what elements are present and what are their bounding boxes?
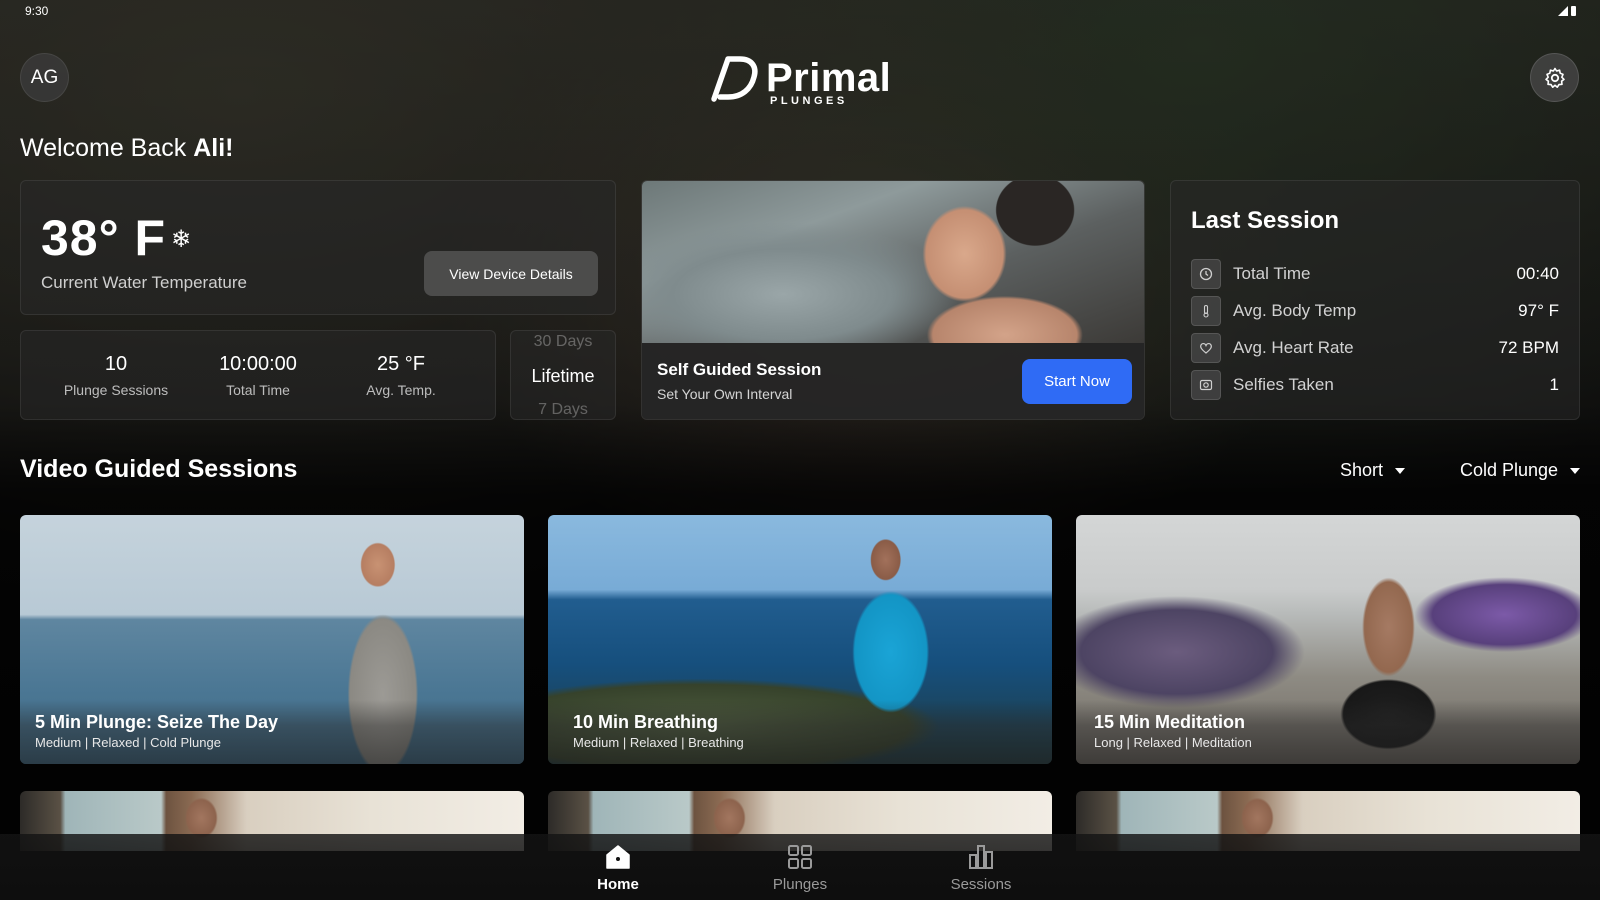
self-guided-session-body: Self Guided Session Set Your Own Interva…	[642, 343, 1144, 419]
last-session-row-selfies: Selfies Taken 1	[1191, 370, 1559, 400]
logo-subtitle: PLUNGES	[770, 95, 848, 107]
welcome-heading: Welcome Back Ali!	[20, 134, 234, 163]
battery-icon	[1571, 6, 1576, 16]
last-session-title: Last Session	[1191, 207, 1340, 234]
stat-value: 10:00:00	[219, 353, 297, 375]
last-session-value: 1	[1549, 375, 1559, 394]
stat-label: Plunge Sessions	[63, 382, 169, 398]
self-guided-subtitle: Set Your Own Interval	[657, 386, 793, 402]
self-guided-session-image	[642, 181, 1144, 343]
last-session-label: Selfies Taken	[1233, 375, 1334, 394]
video-card-15-min-meditation[interactable]: 15 Min Meditation Long | Relaxed | Medit…	[1076, 515, 1580, 764]
water-temperature-label: Current Water Temperature	[41, 273, 247, 292]
last-session-label: Avg. Body Temp	[1233, 301, 1357, 320]
start-now-button[interactable]: Start Now	[1022, 359, 1132, 404]
last-session-label: Total Time	[1233, 264, 1311, 283]
range-option-30-days[interactable]: 30 Days	[511, 333, 615, 351]
water-temperature-card: 38° F ❄ Current Water Temperature View D…	[20, 180, 616, 315]
status-bar: 9:30	[25, 4, 1576, 20]
bottom-navigation: Home Plunges Sessions	[0, 834, 1600, 900]
video-card-10-min-breathing[interactable]: 10 Min Breathing Medium | Relaxed | Brea…	[548, 515, 1052, 764]
type-filter-dropdown[interactable]: Cold Plunge	[1460, 460, 1581, 481]
grid-icon	[740, 842, 860, 872]
signal-icon	[1558, 6, 1568, 16]
last-session-row-total-time: Total Time 00:40	[1191, 259, 1559, 289]
camera-icon	[1191, 370, 1221, 400]
video-card-5-min-plunge[interactable]: 5 Min Plunge: Seize The Day Medium | Rel…	[20, 515, 524, 764]
length-filter-label: Short	[1340, 460, 1384, 480]
nav-item-home[interactable]: Home	[558, 842, 678, 893]
last-session-value: 00:40	[1516, 264, 1559, 283]
stat-total-time: 10:00:00 Total Time	[183, 353, 333, 398]
last-session-card: Last Session Total Time 00:40 Avg. Body …	[1170, 180, 1580, 420]
heart-icon	[1191, 333, 1221, 363]
stat-label: Total Time	[226, 382, 290, 398]
last-session-row-body-temp: Avg. Body Temp 97° F	[1191, 296, 1559, 326]
welcome-name: Ali!	[193, 134, 234, 162]
primal-logo-icon	[711, 56, 758, 102]
snowflake-icon: ❄	[171, 226, 192, 253]
video-title: 15 Min Meditation	[1094, 712, 1246, 732]
background-photo	[0, 0, 1600, 900]
stat-label: Avg. Temp.	[366, 382, 436, 398]
status-time: 9:30	[25, 4, 49, 18]
last-session-value: 72 BPM	[1498, 338, 1559, 357]
video-tags: Long | Relaxed | Meditation	[1094, 735, 1252, 750]
lifetime-stats-card: 10 Plunge Sessions 10:00:00 Total Time 2…	[20, 330, 496, 420]
stat-value: 25 °F	[376, 353, 426, 375]
view-device-details-button[interactable]: View Device Details	[424, 251, 598, 296]
brand-logo: Primal PLUNGES	[706, 50, 892, 107]
type-filter-label: Cold Plunge	[1460, 460, 1559, 480]
stat-avg-temp: 25 °F Avg. Temp.	[326, 353, 476, 398]
bar-chart-icon	[921, 842, 1041, 872]
status-icons	[1558, 6, 1576, 16]
nav-item-sessions[interactable]: Sessions	[921, 842, 1041, 893]
stat-value: 10	[104, 353, 128, 375]
self-guided-title: Self Guided Session	[657, 360, 822, 379]
nav-label: Sessions	[950, 876, 1012, 893]
video-title: 5 Min Plunge: Seize The Day	[35, 712, 279, 732]
length-filter-dropdown[interactable]: Short	[1340, 460, 1406, 481]
chevron-down-icon	[1570, 467, 1581, 474]
time-range-picker[interactable]: 30 Days Lifetime 7 Days	[510, 330, 616, 420]
nav-item-plunges[interactable]: Plunges	[740, 842, 860, 893]
home-icon	[558, 842, 678, 872]
last-session-label: Avg. Heart Rate	[1233, 338, 1354, 357]
self-guided-session-card: Self Guided Session Set Your Own Interva…	[641, 180, 1145, 420]
welcome-prefix: Welcome Back	[20, 134, 187, 162]
settings-button[interactable]	[1530, 53, 1579, 102]
video-tags: Medium | Relaxed | Breathing	[573, 735, 744, 750]
avatar[interactable]: AG	[20, 53, 69, 102]
video-title: 10 Min Breathing	[573, 712, 719, 732]
nav-label: Plunges	[772, 876, 828, 893]
last-session-value: 97° F	[1518, 301, 1559, 320]
video-tags: Medium | Relaxed | Cold Plunge	[35, 735, 221, 750]
thermometer-icon	[1191, 296, 1221, 326]
stat-plunge-sessions: 10 Plunge Sessions	[41, 353, 191, 398]
range-option-lifetime[interactable]: Lifetime	[511, 366, 615, 387]
chevron-down-icon	[1395, 467, 1406, 474]
last-session-row-heart-rate: Avg. Heart Rate 72 BPM	[1191, 333, 1559, 363]
clock-icon	[1191, 259, 1221, 289]
water-temperature-value: 38° F	[41, 210, 167, 266]
range-option-7-days[interactable]: 7 Days	[511, 401, 615, 419]
logo-word: Primal	[766, 56, 892, 100]
nav-label: Home	[597, 876, 639, 893]
gear-icon	[1544, 67, 1565, 88]
video-guided-sessions-title: Video Guided Sessions	[20, 455, 298, 483]
